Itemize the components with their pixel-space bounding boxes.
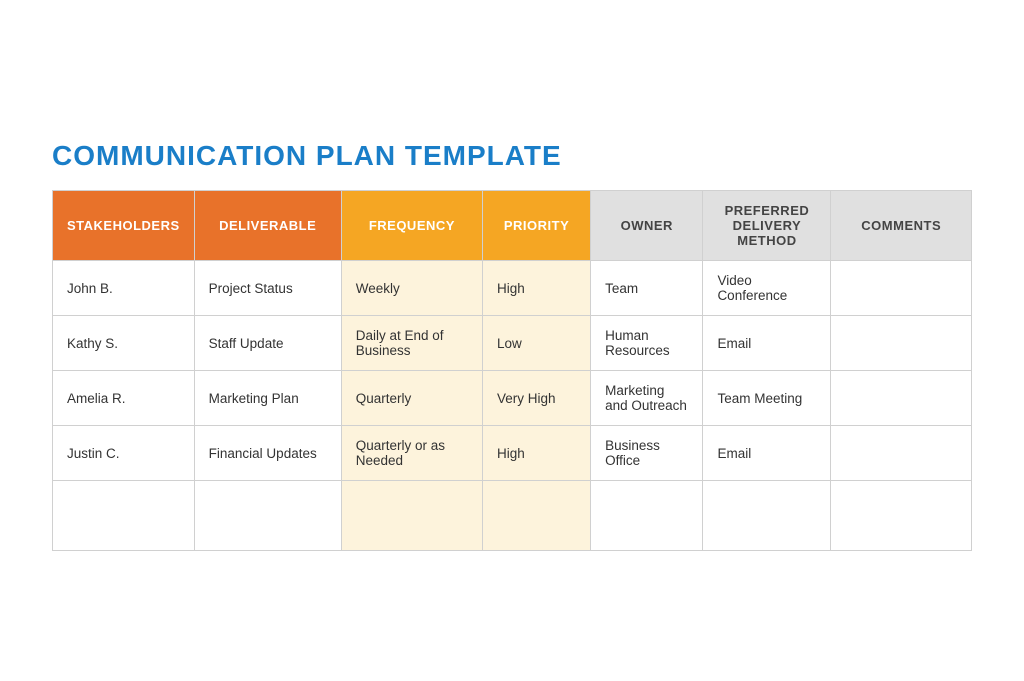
cell-owner: [591, 481, 703, 551]
table-row: [53, 481, 972, 551]
cell-owner: Team: [591, 261, 703, 316]
cell-delivery_method: Video Conference: [703, 261, 831, 316]
communication-plan-table: STAKEHOLDERS DELIVERABLE FREQUENCY PRIOR…: [52, 190, 972, 551]
table-row: Amelia R.Marketing PlanQuarterlyVery Hig…: [53, 371, 972, 426]
cell-delivery_method: Team Meeting: [703, 371, 831, 426]
cell-comments: [831, 481, 972, 551]
page-container: COMMUNICATION PLAN TEMPLATE STAKEHOLDERS…: [22, 110, 1002, 571]
cell-frequency: Daily at End of Business: [341, 316, 482, 371]
cell-comments: [831, 371, 972, 426]
cell-owner: Human Resources: [591, 316, 703, 371]
cell-frequency: Quarterly: [341, 371, 482, 426]
cell-priority: Low: [483, 316, 591, 371]
cell-deliverable: [194, 481, 341, 551]
cell-deliverable: Financial Updates: [194, 426, 341, 481]
cell-stakeholder: John B.: [53, 261, 195, 316]
cell-deliverable: Marketing Plan: [194, 371, 341, 426]
cell-priority: High: [483, 261, 591, 316]
cell-frequency: Weekly: [341, 261, 482, 316]
cell-stakeholder: Kathy S.: [53, 316, 195, 371]
cell-delivery_method: Email: [703, 316, 831, 371]
cell-comments: [831, 316, 972, 371]
cell-owner: Business Office: [591, 426, 703, 481]
cell-delivery_method: Email: [703, 426, 831, 481]
cell-comments: [831, 261, 972, 316]
cell-deliverable: Staff Update: [194, 316, 341, 371]
cell-priority: Very High: [483, 371, 591, 426]
cell-deliverable: Project Status: [194, 261, 341, 316]
table-row: John B.Project StatusWeeklyHighTeamVideo…: [53, 261, 972, 316]
header-row: STAKEHOLDERS DELIVERABLE FREQUENCY PRIOR…: [53, 191, 972, 261]
page-title: COMMUNICATION PLAN TEMPLATE: [52, 140, 972, 172]
th-frequency: FREQUENCY: [341, 191, 482, 261]
th-stakeholders: STAKEHOLDERS: [53, 191, 195, 261]
cell-comments: [831, 426, 972, 481]
cell-owner: Marketing and Outreach: [591, 371, 703, 426]
cell-delivery_method: [703, 481, 831, 551]
cell-frequency: Quarterly or as Needed: [341, 426, 482, 481]
th-delivery-method: PREFERRED DELIVERY METHOD: [703, 191, 831, 261]
th-priority: PRIORITY: [483, 191, 591, 261]
cell-priority: High: [483, 426, 591, 481]
cell-frequency: [341, 481, 482, 551]
th-deliverable: DELIVERABLE: [194, 191, 341, 261]
table-row: Kathy S.Staff UpdateDaily at End of Busi…: [53, 316, 972, 371]
cell-stakeholder: Justin C.: [53, 426, 195, 481]
cell-stakeholder: Amelia R.: [53, 371, 195, 426]
th-comments: COMMENTS: [831, 191, 972, 261]
cell-stakeholder: [53, 481, 195, 551]
table-body: John B.Project StatusWeeklyHighTeamVideo…: [53, 261, 972, 551]
th-owner: OWNER: [591, 191, 703, 261]
cell-priority: [483, 481, 591, 551]
table-row: Justin C.Financial UpdatesQuarterly or a…: [53, 426, 972, 481]
